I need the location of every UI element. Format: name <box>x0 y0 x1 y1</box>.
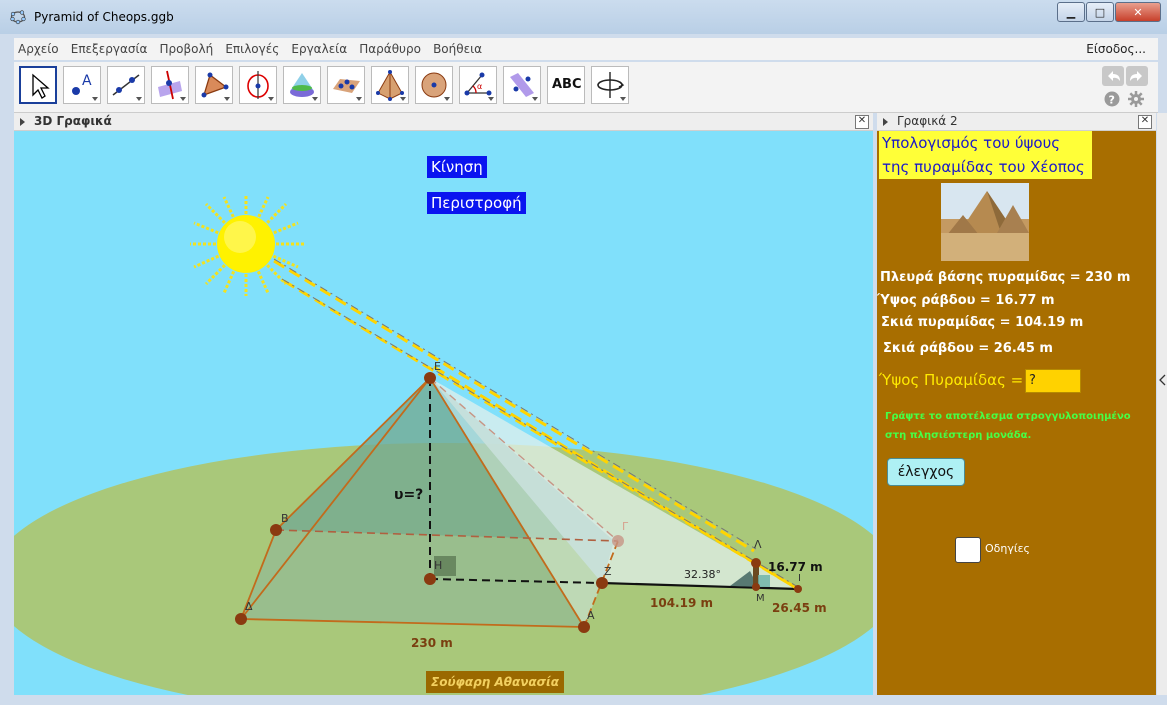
author-label: Σούφαρη Αθανασία <box>426 671 564 693</box>
rotate-view-tool-button[interactable] <box>591 66 629 104</box>
close-icon: ✕ <box>1133 5 1143 19</box>
close-window-button[interactable]: ✕ <box>1115 2 1161 22</box>
rod-shadow-label: 26.45 m <box>772 601 827 615</box>
graphics-2-title: Γραφικά 2 <box>897 114 958 128</box>
help-icon[interactable]: ? <box>1104 91 1120 107</box>
collapse-arrow-icon[interactable] <box>20 118 25 126</box>
geogebra-logo-icon <box>10 10 26 25</box>
scene-3d <box>14 194 873 695</box>
rounding-hint: Γράψτε το αποτέλεσμα στρογγυλοποιημένο σ… <box>885 407 1131 445</box>
rod-height-text: Ύψος ράβδου = 16.77 m <box>877 293 1055 308</box>
minimize-icon: ▁ <box>1066 5 1076 19</box>
rotate-animation-button[interactable]: Περιστροφή <box>427 192 526 214</box>
vertex-label-Z: Z <box>604 565 612 578</box>
sphere-tool-button[interactable] <box>415 66 453 104</box>
graphics-3d-header: 3D Γραφικά ✕ <box>14 113 873 131</box>
close-graphics-2-button[interactable]: ✕ <box>1138 115 1152 129</box>
maximize-icon: □ <box>1094 5 1106 19</box>
point-tool-button[interactable]: A <box>63 66 101 104</box>
pyramid-photo <box>941 183 1029 261</box>
minimize-button[interactable]: ▁ <box>1057 2 1085 22</box>
pyramid-shadow-text: Σκιά πυραμίδας = 104.19 m <box>881 315 1084 330</box>
pyramid-tool-button[interactable] <box>371 66 409 104</box>
svg-text:α: α <box>477 82 482 91</box>
graphics-3d-view[interactable]: E B Γ Δ A H Z Λ M I υ=? 230 m 104.19 m 2… <box>14 131 873 695</box>
graphics-2-header: Γραφικά 2 ✕ <box>877 113 1156 131</box>
app-window: Pyramid of Cheops.ggb ▁ □ ✕ Αρχείο Επεξε… <box>0 0 1167 705</box>
menu-help[interactable]: Βοήθεια <box>433 38 482 60</box>
menu-window[interactable]: Παράθυρο <box>359 38 421 60</box>
angle-tool-button[interactable]: α <box>459 66 497 104</box>
plane-tool-button[interactable] <box>327 66 365 104</box>
text-tool-button[interactable]: ABC <box>547 66 585 104</box>
close-graphics-3d-button[interactable]: ✕ <box>855 115 869 129</box>
vertex-label-M: M <box>756 593 765 604</box>
hint-line-2: στη πλησιέστερη μονάδα. <box>885 430 1032 441</box>
line-tool-button[interactable] <box>107 66 145 104</box>
vertex-label-I: I <box>798 573 801 584</box>
side-panel-toggle[interactable] <box>1157 113 1167 695</box>
menu-options[interactable]: Επιλογές <box>225 38 279 60</box>
collapse-arrow-icon[interactable] <box>883 118 888 126</box>
pyramid-height-label: Ύψος Πυραμίδας = <box>879 371 1024 389</box>
vertex-label-H: H <box>434 559 443 572</box>
move-animation-button[interactable]: Κίνηση <box>427 156 487 178</box>
pyramid-shadow-label: 104.19 m <box>650 596 713 610</box>
angle-label: 32.38° <box>684 568 721 581</box>
menu-edit[interactable]: Επεξεργασία <box>71 38 148 60</box>
move-arrow-icon <box>32 73 50 99</box>
title-bar: Pyramid of Cheops.ggb ▁ □ ✕ <box>0 0 1167 34</box>
window-title: Pyramid of Cheops.ggb <box>34 10 174 24</box>
undo-redo-area: ? <box>1094 64 1154 110</box>
vertex-label-B: B <box>281 512 289 525</box>
rod-shadow-text: Σκιά ράβδου = 26.45 m <box>883 341 1053 356</box>
redo-icon[interactable] <box>1126 66 1148 86</box>
cone-tool-button[interactable] <box>283 66 321 104</box>
instructions-label: Οδηγίες <box>985 542 1030 555</box>
sun-icon <box>190 194 304 296</box>
heading-line-2: της πυραμίδας του Χέοπος <box>882 158 1085 176</box>
graphics-3d-title: 3D Γραφικά <box>34 114 112 128</box>
base-side-text: Πλευρά βάσης πυραμίδας = 230 m <box>880 270 1131 285</box>
circle-tool-button[interactable] <box>239 66 277 104</box>
sign-in-link[interactable]: Είσοδος... <box>1086 38 1146 60</box>
vertex-label-Delta: Δ <box>245 600 253 613</box>
vertex-label-A: A <box>587 609 595 622</box>
undo-icon[interactable] <box>1102 66 1124 86</box>
window-controls: ▁ □ ✕ <box>1056 2 1161 22</box>
base-length-label: 230 m <box>411 636 453 650</box>
maximize-button[interactable]: □ <box>1086 2 1114 22</box>
move-tool-button[interactable] <box>19 66 57 104</box>
rod-height-label: 16.77 m <box>768 560 823 574</box>
svg-text:A: A <box>82 73 92 89</box>
heading-line-1: Υπολογισμός του ύψους <box>882 134 1061 152</box>
heading-box: Υπολογισμός του ύψους της πυραμίδας του … <box>879 131 1092 179</box>
reflect-tool-button[interactable] <box>503 66 541 104</box>
height-answer-input[interactable]: ? <box>1025 369 1081 393</box>
height-label: υ=? <box>394 487 424 503</box>
menu-file[interactable]: Αρχείο <box>18 38 59 60</box>
settings-gear-icon[interactable] <box>1128 91 1144 107</box>
svg-text:?: ? <box>1109 94 1115 107</box>
vertex-label-E: E <box>434 360 441 373</box>
text-tool-label: ABC <box>552 77 582 92</box>
expand-arrow-icon <box>1159 374 1166 386</box>
vertex-label-Gamma: Γ <box>622 520 629 533</box>
menu-bar: Αρχείο Επεξεργασία Προβολή Επιλογές Εργα… <box>14 38 1158 60</box>
menu-view[interactable]: Προβολή <box>160 38 214 60</box>
instructions-checkbox[interactable] <box>955 537 981 563</box>
toolbar: A α ABC ? <box>14 62 1158 113</box>
polygon-tool-button[interactable] <box>195 66 233 104</box>
menu-tools[interactable]: Εργαλεία <box>291 38 347 60</box>
perpendicular-line-tool-button[interactable] <box>151 66 189 104</box>
graphics-2-view[interactable]: Υπολογισμός του ύψους της πυραμίδας του … <box>877 131 1156 695</box>
hint-line-1: Γράψτε το αποτέλεσμα στρογγυλοποιημένο <box>885 411 1131 422</box>
vertex-label-Lambda: Λ <box>754 538 762 551</box>
check-button[interactable]: έλεγχος <box>887 458 965 486</box>
